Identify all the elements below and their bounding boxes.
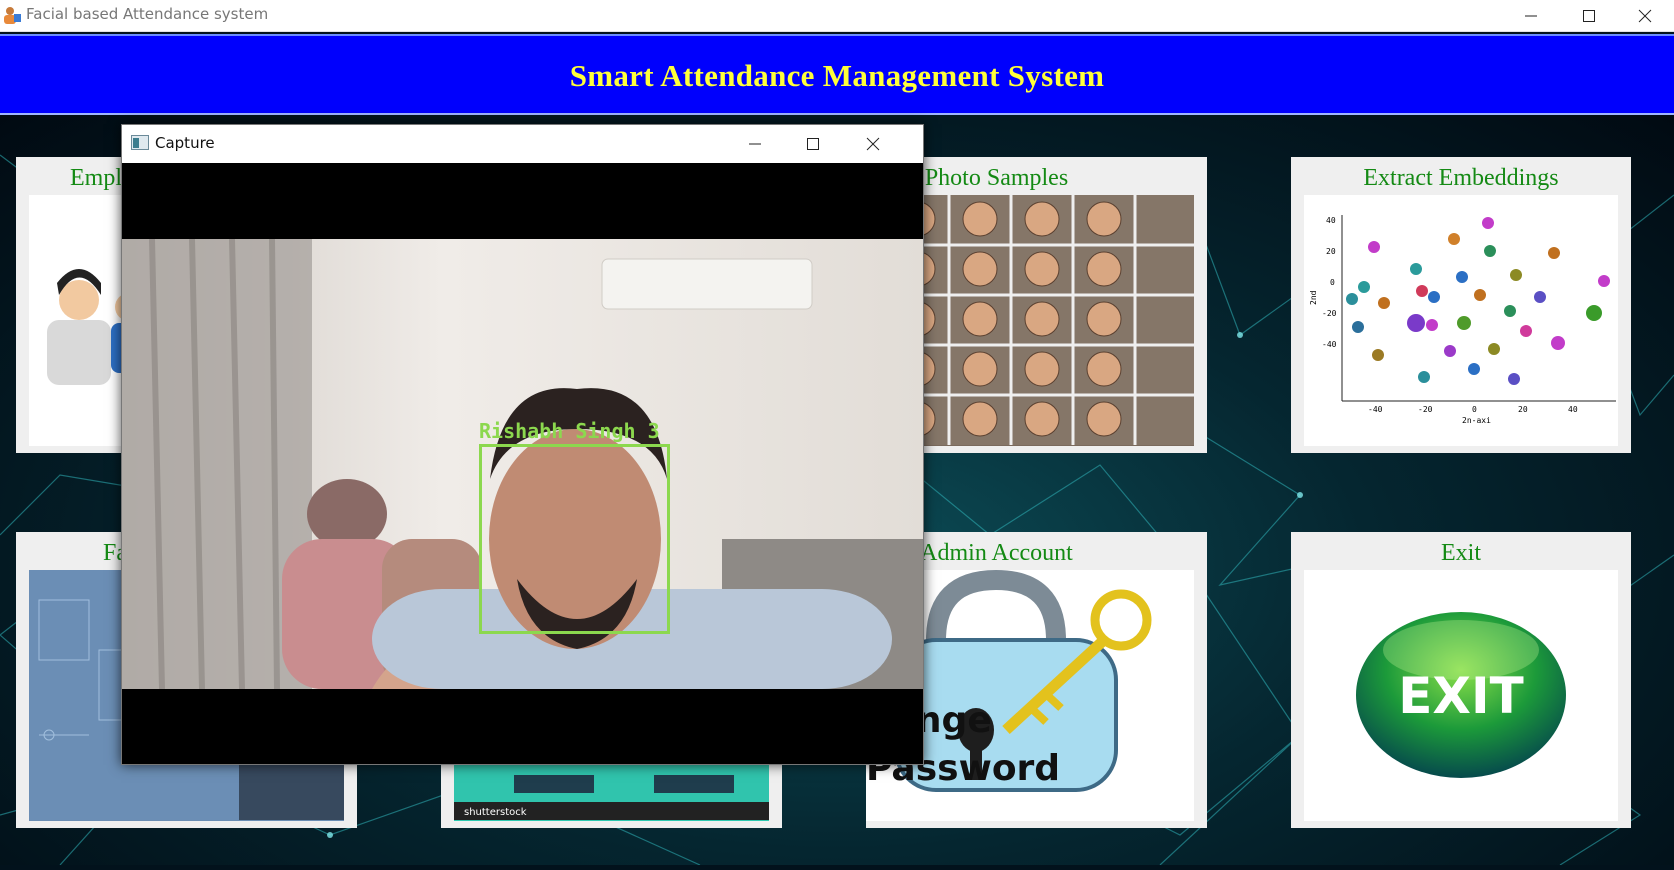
capture-minimize-button[interactable] (726, 125, 784, 163)
y-tick-0: 0 (1330, 278, 1335, 287)
exit-button-icon[interactable]: EXIT (1304, 570, 1618, 821)
close-icon (1638, 9, 1652, 22)
x-tick-m40: -40 (1368, 405, 1383, 414)
close-icon (866, 137, 880, 151)
exit-image-text: EXIT (1398, 667, 1523, 725)
capture-maximize-button[interactable] (784, 125, 842, 163)
capture-title: Capture (155, 134, 215, 152)
y-tick-20: 20 (1326, 247, 1336, 256)
maximize-icon (807, 138, 819, 150)
tile-extract-embeddings[interactable]: Extract Embeddings 40 20 0 -20 -40 -40 -… (1291, 157, 1631, 453)
app-icon (4, 7, 21, 24)
tile-exit[interactable]: Exit EXIT (1291, 532, 1631, 828)
window-titlebar: Facial based Attendance system (0, 0, 1674, 32)
capture-close-button[interactable] (844, 125, 902, 163)
x-axis-label: 2n-axi (1462, 416, 1491, 425)
capture-titlebar: Capture (122, 125, 923, 163)
shutterstock-watermark: shutterstock (464, 807, 527, 818)
close-button[interactable] (1616, 0, 1674, 31)
minimize-icon (749, 143, 761, 145)
capture-app-icon (131, 135, 149, 150)
capture-window[interactable]: Capture Rishabh Singh 3 (121, 124, 924, 765)
minimize-icon (1525, 15, 1537, 16)
maximize-icon (1583, 9, 1595, 22)
maximize-button[interactable] (1560, 0, 1618, 31)
y-tick-m40: -40 (1322, 340, 1337, 349)
face-name-label: Rishabh Singh 3 (479, 419, 660, 443)
app-header-title: Smart Attendance Management System (569, 58, 1105, 93)
camera-feed: Rishabh Singh 3 (122, 239, 923, 689)
scatter-plot: 40 20 0 -20 -40 -40 -20 0 20 40 2nd 2n-a… (1304, 195, 1618, 446)
y-tick-m20: -20 (1322, 309, 1337, 318)
window-title: Facial based Attendance system (26, 5, 269, 23)
x-tick-20: 20 (1518, 405, 1528, 414)
tile-extract-embeddings-label: Extract Embeddings (1363, 165, 1559, 191)
face-detection-box (479, 444, 670, 634)
x-tick-m20: -20 (1418, 405, 1433, 414)
x-tick-0: 0 (1472, 405, 1477, 414)
app-header: Smart Attendance Management System (0, 34, 1674, 115)
y-axis-label: 2nd (1309, 290, 1318, 305)
minimize-button[interactable] (1502, 0, 1560, 31)
y-tick-40: 40 (1326, 216, 1336, 225)
x-tick-40: 40 (1568, 405, 1578, 414)
tile-exit-label: Exit (1441, 540, 1481, 566)
